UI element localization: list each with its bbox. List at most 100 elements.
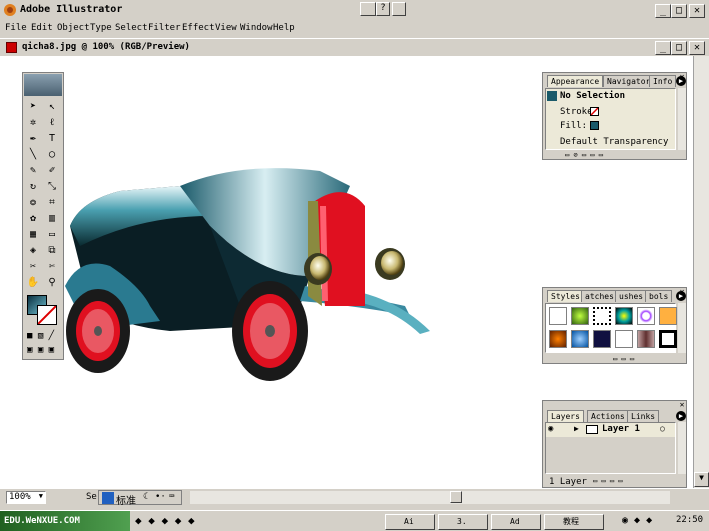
start-button[interactable]: EDU.WeNXUE.COM — [0, 511, 130, 531]
style-blank-swatch[interactable] — [615, 330, 633, 348]
symbol-sprayer-tool-icon[interactable]: ✿ — [25, 211, 41, 226]
mesh-tool-icon[interactable]: ▦ — [25, 227, 41, 242]
styles-panel-menu-icon[interactable]: ▶ — [676, 291, 686, 301]
styles-scrollbar[interactable] — [678, 303, 686, 353]
maximize-button[interactable]: □ — [671, 4, 687, 18]
appearance-scrollbar[interactable] — [678, 88, 686, 150]
taskbar-button-illustrator[interactable]: Ai — [385, 514, 435, 530]
style-navy-swatch[interactable] — [593, 330, 611, 348]
vertical-scrollbar[interactable]: ▼ — [693, 56, 709, 488]
lasso-tool-icon[interactable]: ℓ — [44, 115, 60, 130]
blend-tool-icon[interactable]: ⧉ — [44, 243, 60, 258]
style-dotted-swatch[interactable] — [593, 307, 611, 325]
ellipse-tool-icon[interactable]: ◯ — [44, 147, 60, 162]
scroll-down-icon[interactable]: ▼ — [694, 472, 709, 487]
tab-styles[interactable]: Styles — [547, 290, 584, 302]
tab-navigator[interactable]: Navigator — [603, 75, 655, 87]
layers-panel-close-icon[interactable]: ✕ — [678, 401, 686, 409]
target-icon[interactable]: ○ — [660, 424, 665, 433]
line-tool-icon[interactable]: ╲ — [25, 147, 41, 162]
doc-maximize-button[interactable]: □ — [671, 41, 687, 55]
hand-tool-icon[interactable]: ✋ — [25, 275, 41, 290]
doc-minimize-button[interactable]: _ — [655, 41, 671, 55]
styles-footer-buttons[interactable]: ▭ ▭ ▭ — [613, 355, 673, 363]
menu-view[interactable]: View — [215, 23, 237, 33]
magic-wand-tool-icon[interactable]: ✲ — [25, 115, 41, 130]
appearance-footer-buttons[interactable]: ▭ ⊘ ▭ ▭ ▭ — [565, 151, 680, 159]
free-transform-tool-icon[interactable]: ⌗ — [44, 195, 60, 210]
stroke-swatch[interactable] — [590, 107, 599, 116]
taskbar-button-ad[interactable]: Ad — [491, 514, 541, 530]
ime-punct-icon[interactable]: •· — [155, 492, 166, 502]
gradient-tool-icon[interactable]: ▭ — [44, 227, 60, 242]
slice-tool-icon[interactable]: ✂ — [25, 259, 41, 274]
menu-effect[interactable]: Effect — [182, 23, 215, 33]
close-button[interactable]: ✕ — [689, 4, 705, 18]
screen-mode-buttons[interactable]: ▣ ▣ ▣ — [27, 345, 61, 355]
menu-edit[interactable]: Edit — [31, 23, 53, 33]
pencil-tool-icon[interactable]: ✐ — [44, 163, 60, 178]
expand-triangle-icon[interactable]: ▶ — [574, 424, 579, 433]
quicklaunch-icons[interactable]: ◆ ◆ ◆ ◆ ◆ — [135, 514, 195, 527]
menu-type[interactable]: Type — [90, 23, 112, 33]
graph-tool-icon[interactable]: ▥ — [44, 211, 60, 226]
minimize-button[interactable]: _ — [655, 4, 671, 18]
ime-moon-icon[interactable]: ☾ — [143, 492, 148, 502]
taskbar-button-tutorial[interactable]: 教程 — [544, 514, 604, 530]
paintbrush-tool-icon[interactable]: ✎ — [25, 163, 41, 178]
tab-brushes[interactable]: ushes — [615, 290, 648, 302]
stroke-color-swatch[interactable] — [37, 305, 57, 325]
type-tool-icon[interactable]: T — [44, 131, 60, 146]
style-default-swatch[interactable] — [549, 307, 567, 325]
ime-bar[interactable]: 标准 ☾ •· ⌨ — [98, 490, 182, 507]
taskbar-restore-icon[interactable] — [360, 2, 376, 16]
tab-actions[interactable]: Actions — [587, 410, 629, 422]
tab-appearance[interactable]: Appearance — [547, 75, 604, 87]
style-blue-swatch[interactable] — [571, 330, 589, 348]
pen-tool-icon[interactable]: ✒ — [25, 131, 41, 146]
style-rust-swatch[interactable] — [549, 330, 567, 348]
direct-selection-tool-icon[interactable]: ↖ — [44, 99, 60, 114]
scale-tool-icon[interactable]: ⤡ — [44, 179, 60, 194]
taskbar-button-3[interactable]: 3. — [438, 514, 488, 530]
tab-layers[interactable]: Layers — [547, 410, 584, 422]
menu-window[interactable]: Window — [240, 23, 273, 33]
doc-close-button[interactable]: ✕ — [689, 41, 705, 55]
rotate-tool-icon[interactable]: ↻ — [25, 179, 41, 194]
style-ring-swatch[interactable] — [637, 307, 655, 325]
layers-footer-buttons[interactable]: ▭ ▭ ▭ ▭ — [593, 477, 678, 485]
tab-info[interactable]: Info — [649, 75, 677, 87]
horizontal-scrollbar[interactable] — [190, 491, 670, 504]
tab-symbols[interactable]: bols — [645, 290, 673, 302]
zoom-dropdown-icon[interactable]: ▼ — [39, 492, 43, 500]
fill-swatch[interactable] — [590, 121, 599, 130]
style-border-swatch[interactable] — [659, 330, 677, 348]
scroll-thumb[interactable] — [450, 491, 462, 503]
menu-object[interactable]: Object — [57, 23, 90, 33]
layers-scrollbar[interactable] — [678, 422, 686, 474]
zoom-tool-icon[interactable]: ⚲ — [44, 275, 60, 290]
layers-panel-menu-icon[interactable]: ▶ — [676, 411, 686, 421]
ime-keyboard-icon[interactable]: ⌨ — [169, 492, 174, 502]
car-artwork[interactable] — [60, 156, 440, 386]
tab-links[interactable]: Links — [627, 410, 660, 422]
menu-filter[interactable]: Filter — [148, 23, 181, 33]
menu-file[interactable]: File — [5, 23, 27, 33]
menu-select[interactable]: Select — [115, 23, 148, 33]
tray-icons[interactable]: ◉ ◆ ◆ — [622, 515, 652, 526]
style-target-swatch[interactable] — [615, 307, 633, 325]
selection-tool-icon[interactable]: ➤ — [25, 99, 41, 114]
style-green-swatch[interactable] — [571, 307, 589, 325]
scissors-tool-icon[interactable]: ✄ — [44, 259, 60, 274]
help-icon[interactable]: ? — [376, 2, 390, 16]
menu-help[interactable]: Help — [273, 23, 295, 33]
layer-row[interactable]: ◉ ▶ Layer 1 ○ — [546, 423, 675, 437]
menu-icon[interactable] — [392, 2, 406, 16]
style-orange-swatch[interactable] — [659, 307, 677, 325]
eyedropper-tool-icon[interactable]: ◈ — [25, 243, 41, 258]
tab-swatches[interactable]: atches — [581, 290, 618, 302]
eye-icon[interactable]: ◉ — [548, 424, 553, 434]
style-metal-swatch[interactable] — [637, 330, 655, 348]
color-mode-buttons[interactable]: ■ ▧ ╱ — [27, 331, 61, 341]
warp-tool-icon[interactable]: ❂ — [25, 195, 41, 210]
